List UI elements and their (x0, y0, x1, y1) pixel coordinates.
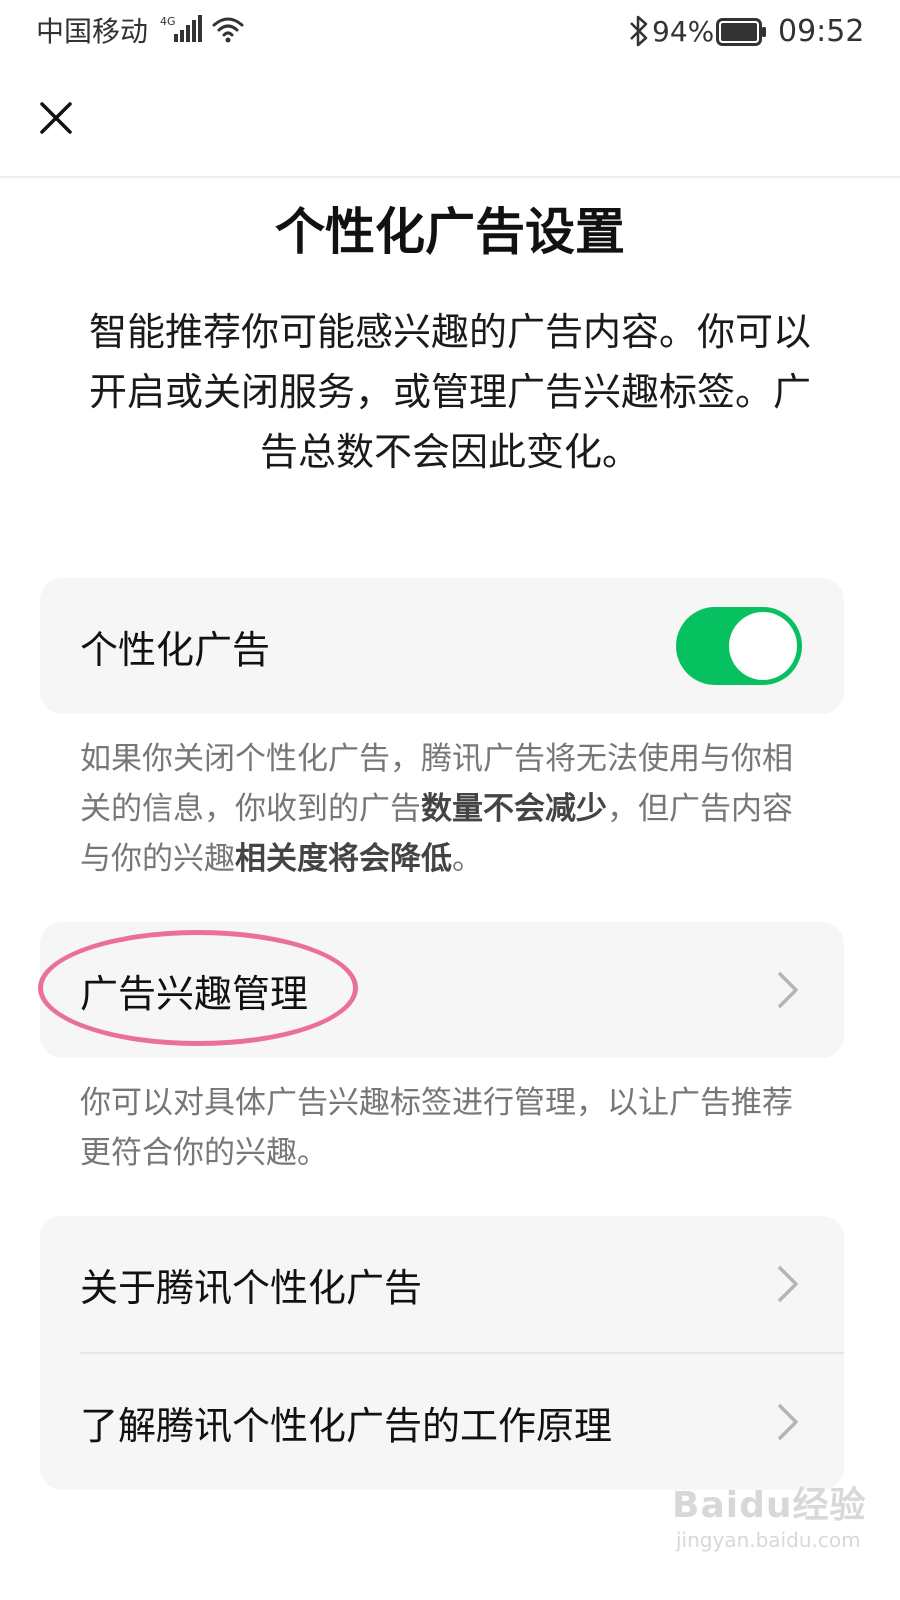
status-bar: 中国移动 4G 94% 09:52 (0, 0, 900, 64)
about-tencent-ads-row[interactable]: 关于腾讯个性化广告 (40, 1216, 844, 1352)
desc-bold-relevance: 相关度将会降低 (235, 841, 452, 877)
watermark-url: jingyan.baidu.com (676, 1528, 861, 1552)
about-tencent-ads-label: 关于腾讯个性化广告 (80, 1265, 423, 1310)
battery-percent: 94% (652, 15, 715, 48)
cellular-signal-icon: 4G (160, 15, 202, 42)
network-type-label: 4G (160, 15, 176, 28)
intro-text: 智能推荐你可能感兴趣的广告内容。你可以开启或关闭服务，或管理广告兴趣标签。广告总… (88, 310, 811, 474)
page-title: 个性化广告设置 (275, 203, 625, 261)
interest-management-label: 广告兴趣管理 (80, 971, 309, 1016)
interest-management-row[interactable]: 广告兴趣管理 (40, 922, 844, 1058)
personalized-ads-label: 个性化广告 (80, 627, 271, 672)
nav-divider (0, 176, 900, 178)
how-tencent-ads-work-row[interactable]: 了解腾讯个性化广告的工作原理 (40, 1354, 844, 1490)
personalized-ads-description: 如果你关闭个性化广告，腾讯广告将无法使用与你相关的信息，你收到的广告数量不会减少… (80, 734, 810, 884)
desc-text-3: 。 (452, 841, 483, 877)
interest-management-card: 广告兴趣管理 (40, 922, 844, 1058)
clock: 09:52 (778, 14, 865, 49)
desc-bold-quantity: 数量不会减少 (421, 791, 607, 827)
interest-management-description: 你可以对具体广告兴趣标签进行管理，以让广告推荐更符合你的兴趣。 (80, 1085, 793, 1171)
about-links-card: 关于腾讯个性化广告 了解腾讯个性化广告的工作原理 (40, 1216, 844, 1490)
chevron-right-icon (778, 1404, 798, 1440)
bluetooth-icon (630, 15, 648, 47)
close-button[interactable] (30, 92, 82, 144)
wifi-icon (212, 17, 244, 43)
battery-icon (716, 18, 766, 46)
toggle-knob (729, 612, 797, 680)
chevron-right-icon (778, 972, 798, 1008)
how-tencent-ads-work-label: 了解腾讯个性化广告的工作原理 (80, 1403, 613, 1448)
personalized-ads-row: 个性化广告 (40, 578, 844, 714)
close-icon (40, 102, 72, 134)
personalized-ads-toggle[interactable] (676, 607, 802, 685)
personalized-ads-card: 个性化广告 (40, 578, 844, 714)
carrier-name: 中国移动 (36, 15, 149, 48)
chevron-right-icon (778, 1266, 798, 1302)
